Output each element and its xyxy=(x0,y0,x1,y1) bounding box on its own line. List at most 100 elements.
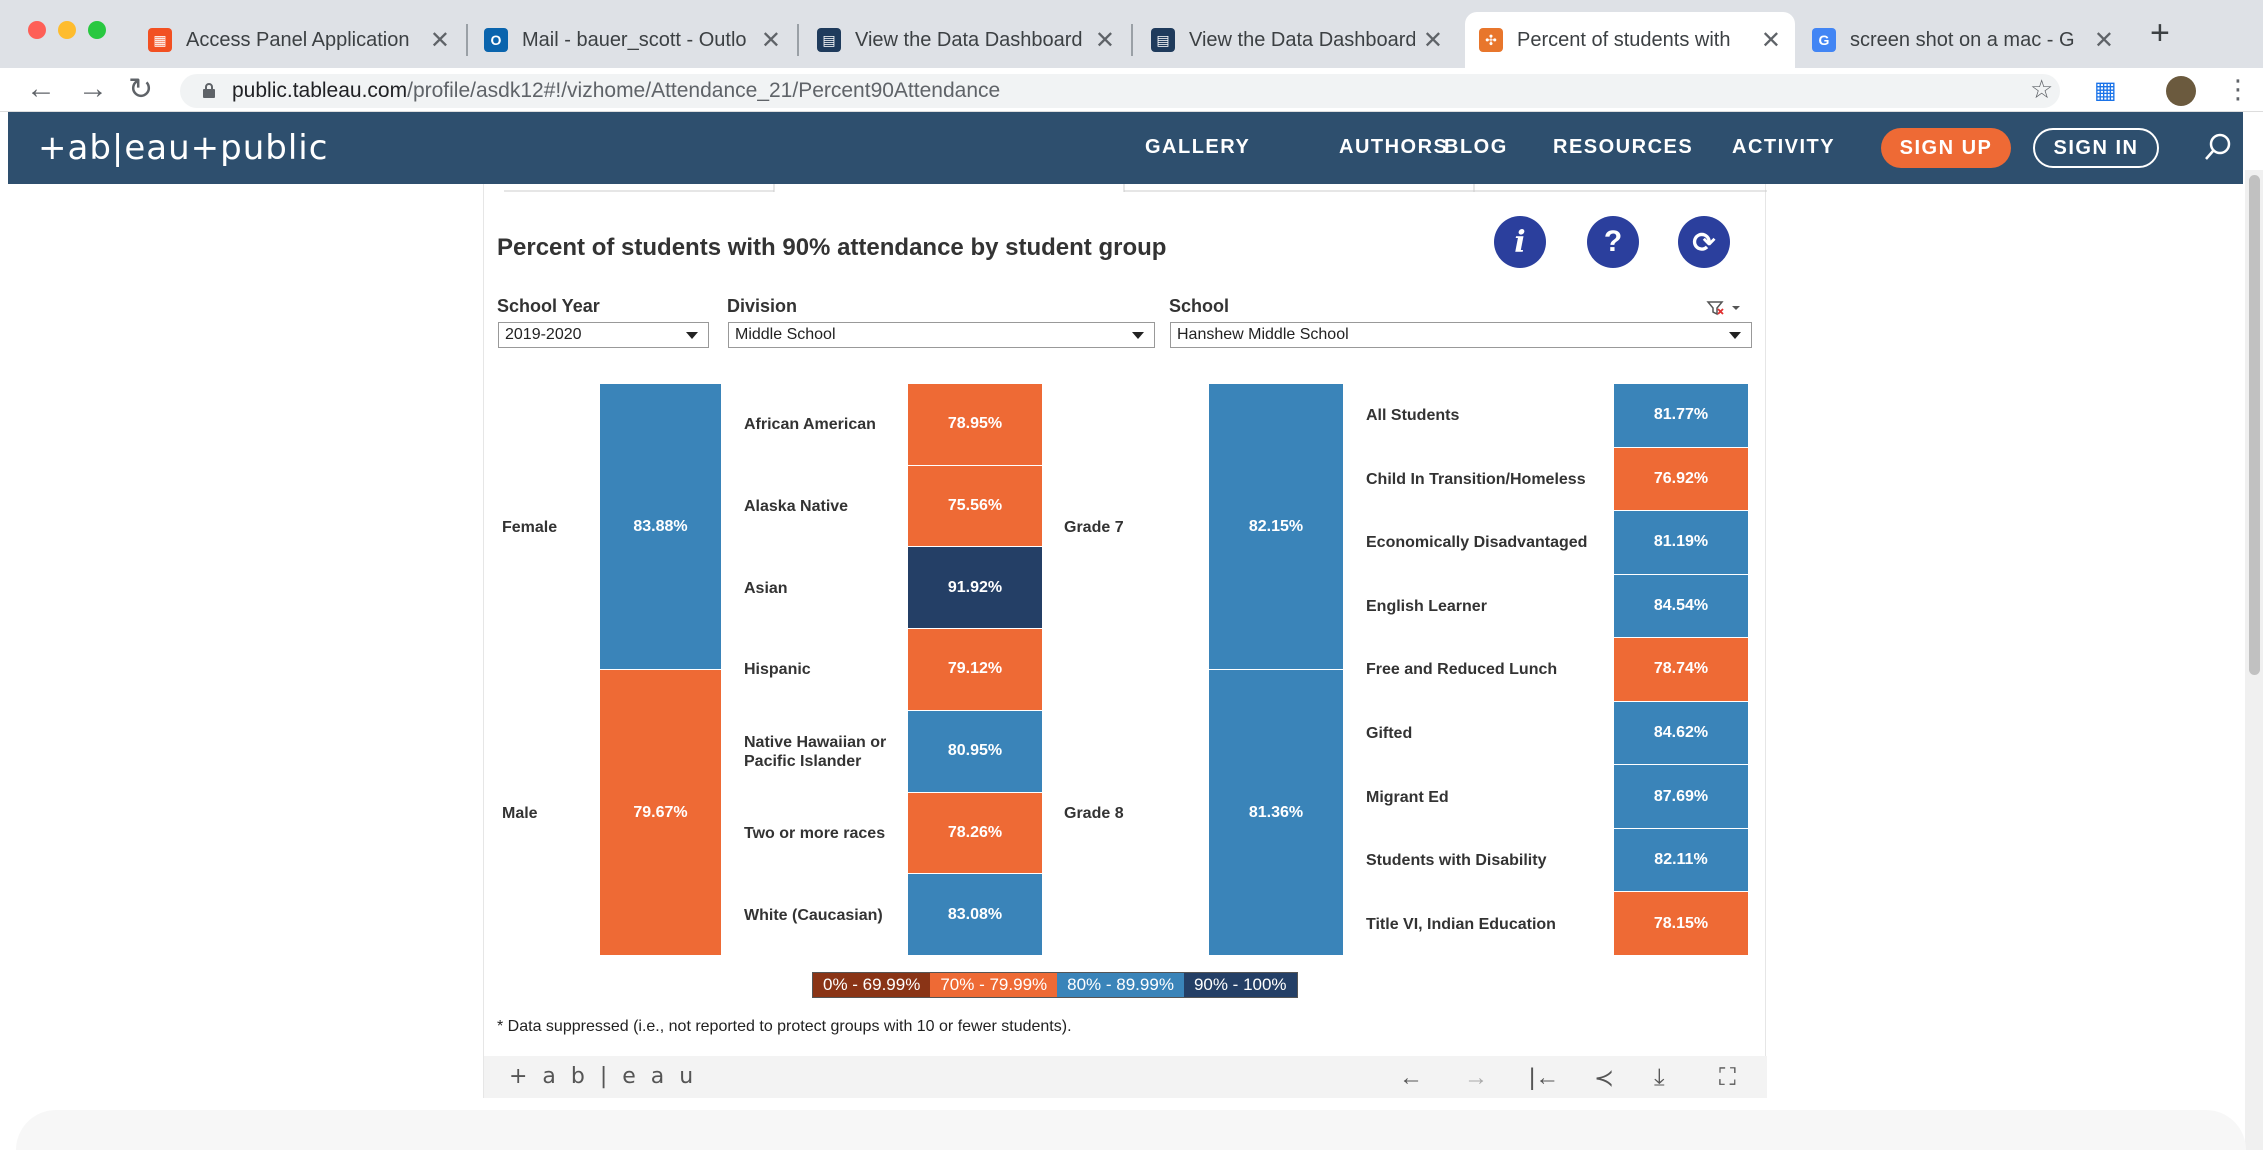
nav-authors[interactable]: AUTHORS xyxy=(1339,136,1448,159)
bar-segment[interactable]: 87.69% xyxy=(1614,765,1748,829)
nav-gallery[interactable]: GALLERY xyxy=(1145,136,1250,159)
maximize-window-button[interactable] xyxy=(88,21,106,39)
sign-in-button[interactable]: SIGN IN xyxy=(2033,128,2159,168)
bar-segment[interactable]: 83.08% xyxy=(908,874,1042,956)
back-arrow-icon[interactable]: ← xyxy=(26,72,56,106)
bar-segment[interactable]: 75.56% xyxy=(908,465,1042,548)
browser-tab[interactable]: ✣ Percent of students with ✕ xyxy=(1465,12,1795,68)
tab-title: View the Data Dashboard xyxy=(1189,28,1415,51)
bookmark-star-icon[interactable]: ☆ xyxy=(2030,74,2053,105)
bar-segment[interactable]: 81.36% xyxy=(1209,670,1343,956)
tableau-public-header: +ab|eau+public GALLERY AUTHORS BLOG RESO… xyxy=(8,112,2243,184)
info-icon[interactable]: i xyxy=(1494,216,1546,268)
school-value: Hanshew Middle School xyxy=(1177,326,1349,343)
school-year-dropdown[interactable]: 2019-2020 xyxy=(498,322,709,348)
url-field[interactable]: public.tableau.com/profile/asdk12#!/vizh… xyxy=(180,74,2060,108)
category-label: Migrant Ed xyxy=(1366,788,1449,806)
close-icon[interactable]: ✕ xyxy=(761,26,781,55)
bar-segment[interactable]: 80.95% xyxy=(908,710,1042,793)
category-label: White (Caucasian) xyxy=(744,906,883,924)
tab-title: Access Panel Application xyxy=(186,28,410,51)
bar-segment[interactable]: 79.67% xyxy=(600,670,721,956)
category-label: Child In Transition/Homeless xyxy=(1366,470,1586,488)
nav-activity[interactable]: ACTIVITY xyxy=(1732,136,1835,159)
clear-filter-icon[interactable] xyxy=(1706,300,1742,316)
help-icon[interactable]: ? xyxy=(1587,216,1639,268)
legend-item[interactable]: 80% - 89.99% xyxy=(1057,973,1184,997)
microsoft-icon: ▦ xyxy=(148,28,172,52)
division-value: Middle School xyxy=(735,326,836,343)
download-icon[interactable]: ⤓ xyxy=(1654,1064,1665,1092)
school-dropdown[interactable]: Hanshew Middle School xyxy=(1170,322,1752,348)
bar-segment[interactable]: 79.12% xyxy=(908,629,1042,711)
new-tab-button[interactable]: + xyxy=(2150,14,2170,53)
url-host: public.tableau.com xyxy=(232,79,408,102)
close-icon[interactable]: ✕ xyxy=(1423,26,1443,55)
share-icon[interactable]: ≺ xyxy=(1594,1064,1614,1093)
fullscreen-icon[interactable]: ⛶ xyxy=(1719,1064,1736,1092)
tableau-public-logo[interactable]: +ab|eau+public xyxy=(38,128,328,168)
category-label: English Learner xyxy=(1366,597,1487,615)
bar-segment[interactable]: 84.54% xyxy=(1614,574,1748,639)
tab-separator xyxy=(797,24,799,56)
close-window-button[interactable] xyxy=(28,21,46,39)
sign-up-button[interactable]: SIGN UP xyxy=(1881,128,2011,168)
bar-segment[interactable]: 83.88% xyxy=(600,384,721,670)
school-year-label: School Year xyxy=(497,296,600,316)
close-icon[interactable]: ✕ xyxy=(1095,26,1115,55)
bar-segment[interactable]: 78.74% xyxy=(1614,638,1748,702)
bar-segment[interactable]: 91.92% xyxy=(908,547,1042,630)
tab-title: Mail - bauer_scott - Outlo xyxy=(522,28,747,51)
category-label: Grade 7 xyxy=(1064,518,1124,536)
bar-segment[interactable]: 81.77% xyxy=(1614,384,1748,448)
category-label: Grade 8 xyxy=(1064,804,1124,822)
close-icon[interactable]: ✕ xyxy=(430,26,450,55)
reload-icon[interactable]: ↻ xyxy=(128,72,153,107)
bar-segment[interactable]: 78.26% xyxy=(908,792,1042,875)
tableau-icon: ✣ xyxy=(1479,28,1503,52)
undo-icon[interactable]: ← xyxy=(1399,1064,1423,1092)
legend-item[interactable]: 90% - 100% xyxy=(1183,973,1297,997)
browser-tab[interactable]: ▦ Access Panel Application ✕ xyxy=(134,12,464,68)
profile-avatar[interactable] xyxy=(2166,76,2196,106)
minimize-window-button[interactable] xyxy=(58,21,76,39)
nav-resources[interactable]: RESOURCES xyxy=(1553,136,1693,159)
outlook-icon: O xyxy=(484,28,508,52)
tab-separator xyxy=(1131,24,1133,56)
viz-title: Percent of students with 90% attendance … xyxy=(497,234,1167,261)
revert-icon[interactable]: |← xyxy=(1529,1064,1559,1092)
category-label: Two or more races xyxy=(744,824,886,842)
forward-arrow-icon[interactable]: → xyxy=(78,72,108,106)
browser-tab[interactable]: O Mail - bauer_scott - Outlo ✕ xyxy=(470,12,795,68)
browser-menu-icon[interactable]: ⋮ xyxy=(2225,74,2251,105)
viz-tab-strip xyxy=(504,184,1767,192)
reset-icon[interactable]: ⟳ xyxy=(1678,216,1730,268)
bar-segment[interactable]: 78.15% xyxy=(1614,892,1748,956)
page-scroll-thumb[interactable] xyxy=(2249,175,2260,675)
bar-segment[interactable]: 82.15% xyxy=(1209,384,1343,670)
bar-segment[interactable]: 82.11% xyxy=(1614,828,1748,893)
close-icon[interactable]: ✕ xyxy=(1761,26,1781,55)
category-label: Economically Disadvantaged xyxy=(1366,534,1588,552)
close-icon[interactable]: ✕ xyxy=(2094,26,2114,55)
division-dropdown[interactable]: Middle School xyxy=(728,322,1155,348)
category-label: Male xyxy=(502,804,538,822)
redo-icon[interactable]: → xyxy=(1464,1064,1488,1092)
bar-segment[interactable]: 78.95% xyxy=(908,384,1042,466)
bar-segment[interactable]: 81.19% xyxy=(1614,511,1748,575)
browser-tab[interactable]: ▤ View the Data Dashboard ✕ xyxy=(1137,12,1457,68)
legend-item[interactable]: 0% - 69.99% xyxy=(813,973,931,997)
browser-tab[interactable]: ▤ View the Data Dashboard ✕ xyxy=(803,12,1129,68)
tab-title: Percent of students with xyxy=(1517,28,1731,51)
bar-segment[interactable]: 84.62% xyxy=(1614,701,1748,766)
nav-blog[interactable]: BLOG xyxy=(1444,136,1508,159)
category-label: Alaska Native xyxy=(744,498,849,516)
chevron-down-icon xyxy=(686,332,698,339)
search-icon[interactable] xyxy=(2203,132,2233,162)
tableau-logo[interactable]: + a b | e a u xyxy=(509,1064,697,1089)
bar-segment[interactable]: 76.92% xyxy=(1614,447,1748,512)
browser-tab[interactable]: Gscreen shot on a mac - G ✕ xyxy=(1798,12,2128,68)
legend-item[interactable]: 70% - 79.99% xyxy=(930,973,1058,997)
category-label: Female xyxy=(502,518,558,536)
apps-grid-icon[interactable]: ▦ xyxy=(2094,76,2117,105)
